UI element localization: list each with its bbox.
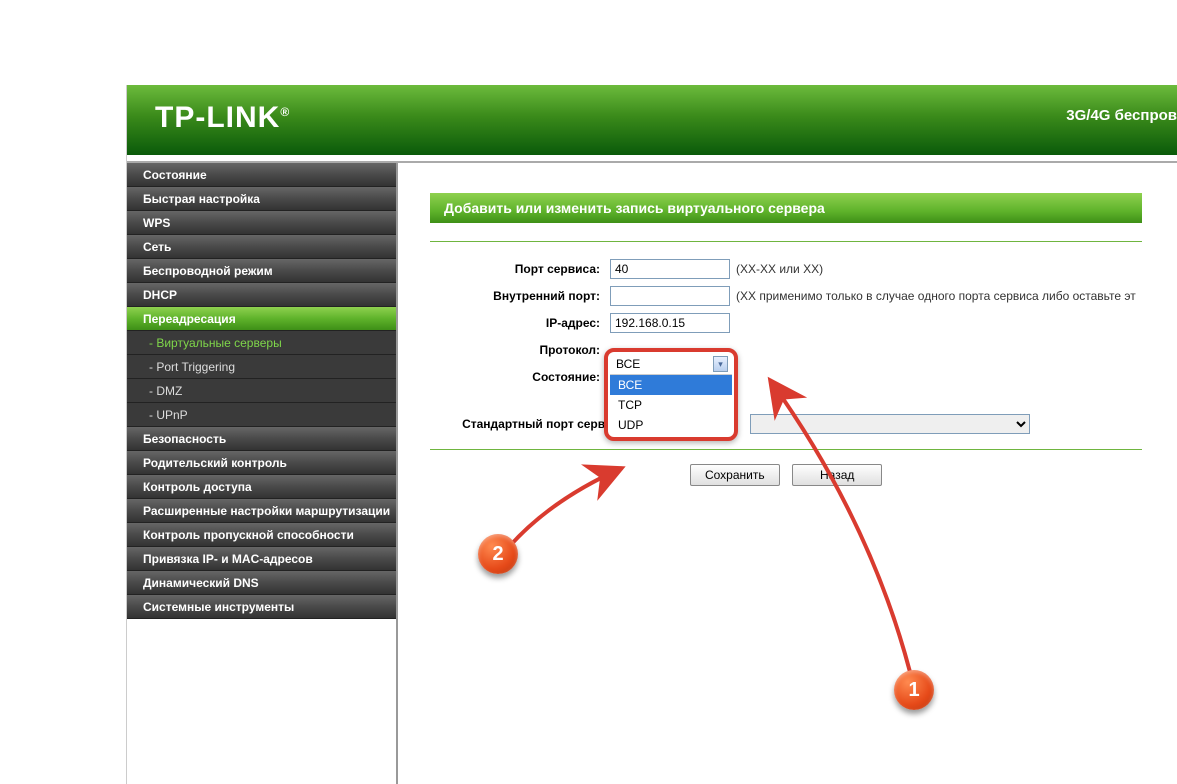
label-ip: IP-адрес: [430,316,610,330]
virtual-server-form: Порт сервиса: (XX-XX или XX) Внутренний … [430,256,1142,437]
header-separator [127,155,1177,163]
back-button[interactable]: Назад [792,464,882,486]
menu-ddns[interactable]: Динамический DNS [127,571,396,595]
chevron-down-icon[interactable]: ▾ [713,356,728,372]
save-button[interactable]: Сохранить [690,464,780,486]
menu-forwarding[interactable]: Переадресация [127,307,396,331]
row-service-port: Порт сервиса: (XX-XX или XX) [430,256,1142,282]
panel-title: Добавить или изменить запись виртуальног… [430,193,1142,223]
menu-access-control[interactable]: Контроль доступа [127,475,396,499]
submenu-virtual-servers[interactable]: - Виртуальные серверы [127,331,396,355]
protocol-option-udp[interactable]: UDP [610,415,732,435]
protocol-dropdown-open: ВСЕ ▾ ВСЕ TCP UDP [604,348,738,441]
row-ip: IP-адрес: [430,310,1142,336]
menu-dhcp[interactable]: DHCP [127,283,396,307]
service-port-hint: (XX-XX или XX) [736,262,823,276]
row-internal-port: Внутренний порт: (XX применимо только в … [430,283,1142,309]
menu-quick-setup[interactable]: Быстрая настройка [127,187,396,211]
divider [430,241,1142,242]
menu-status[interactable]: Состояние [127,163,396,187]
submenu-dmz[interactable]: - DMZ [127,379,396,403]
std-port-select[interactable] [750,414,1030,434]
annotation-badge-1: 1 [894,670,934,710]
logo-text: TP-LINK [155,101,280,134]
annotation-badge-2: 2 [478,534,518,574]
header: TP-LINK® 3G/4G беспров [127,85,1177,155]
protocol-select[interactable]: ВСЕ ▾ [610,354,732,375]
row-std-port: Стандартный порт сервиса: [430,411,1142,437]
menu-wps[interactable]: WPS [127,211,396,235]
internal-port-hint: (XX применимо только в случае одного пор… [736,289,1136,303]
menu-system-tools[interactable]: Системные инструменты [127,595,396,619]
divider-bottom [430,449,1142,450]
protocol-selected-text: ВСЕ [616,357,640,371]
row-state: Состояние: [430,364,1142,390]
menu-routing[interactable]: Расширенные настройки маршрутизации [127,499,396,523]
service-port-input[interactable] [610,259,730,279]
protocol-option-all[interactable]: ВСЕ [610,375,732,395]
internal-port-input[interactable] [610,286,730,306]
label-internal-port: Внутренний порт: [430,289,610,303]
menu-network[interactable]: Сеть [127,235,396,259]
menu-wireless[interactable]: Беспроводной режим [127,259,396,283]
logo-reg: ® [280,105,290,119]
sidebar: Состояние Быстрая настройка WPS Сеть Бес… [127,163,398,784]
menu-ip-mac-binding[interactable]: Привязка IP- и MAC-адресов [127,547,396,571]
submenu-port-triggering[interactable]: - Port Triggering [127,355,396,379]
label-service-port: Порт сервиса: [430,262,610,276]
menu-parental[interactable]: Родительский контроль [127,451,396,475]
menu-security[interactable]: Безопасность [127,427,396,451]
router-admin-window: TP-LINK® 3G/4G беспров Состояние Быстрая… [126,85,1177,784]
button-row: Сохранить Назад [430,464,1142,486]
menu-bandwidth[interactable]: Контроль пропускной способности [127,523,396,547]
label-state: Состояние: [430,370,610,384]
main-panel: Добавить или изменить запись виртуальног… [398,163,1177,784]
label-protocol: Протокол: [430,343,610,357]
header-tagline: 3G/4G беспров [1066,107,1177,124]
submenu-upnp[interactable]: - UPnP [127,403,396,427]
logo: TP-LINK® [155,101,290,135]
row-protocol: Протокол: ВСЕ ▾ ВСЕ TCP UDP [430,337,1142,363]
protocol-option-tcp[interactable]: TCP [610,395,732,415]
ip-input[interactable] [610,313,730,333]
